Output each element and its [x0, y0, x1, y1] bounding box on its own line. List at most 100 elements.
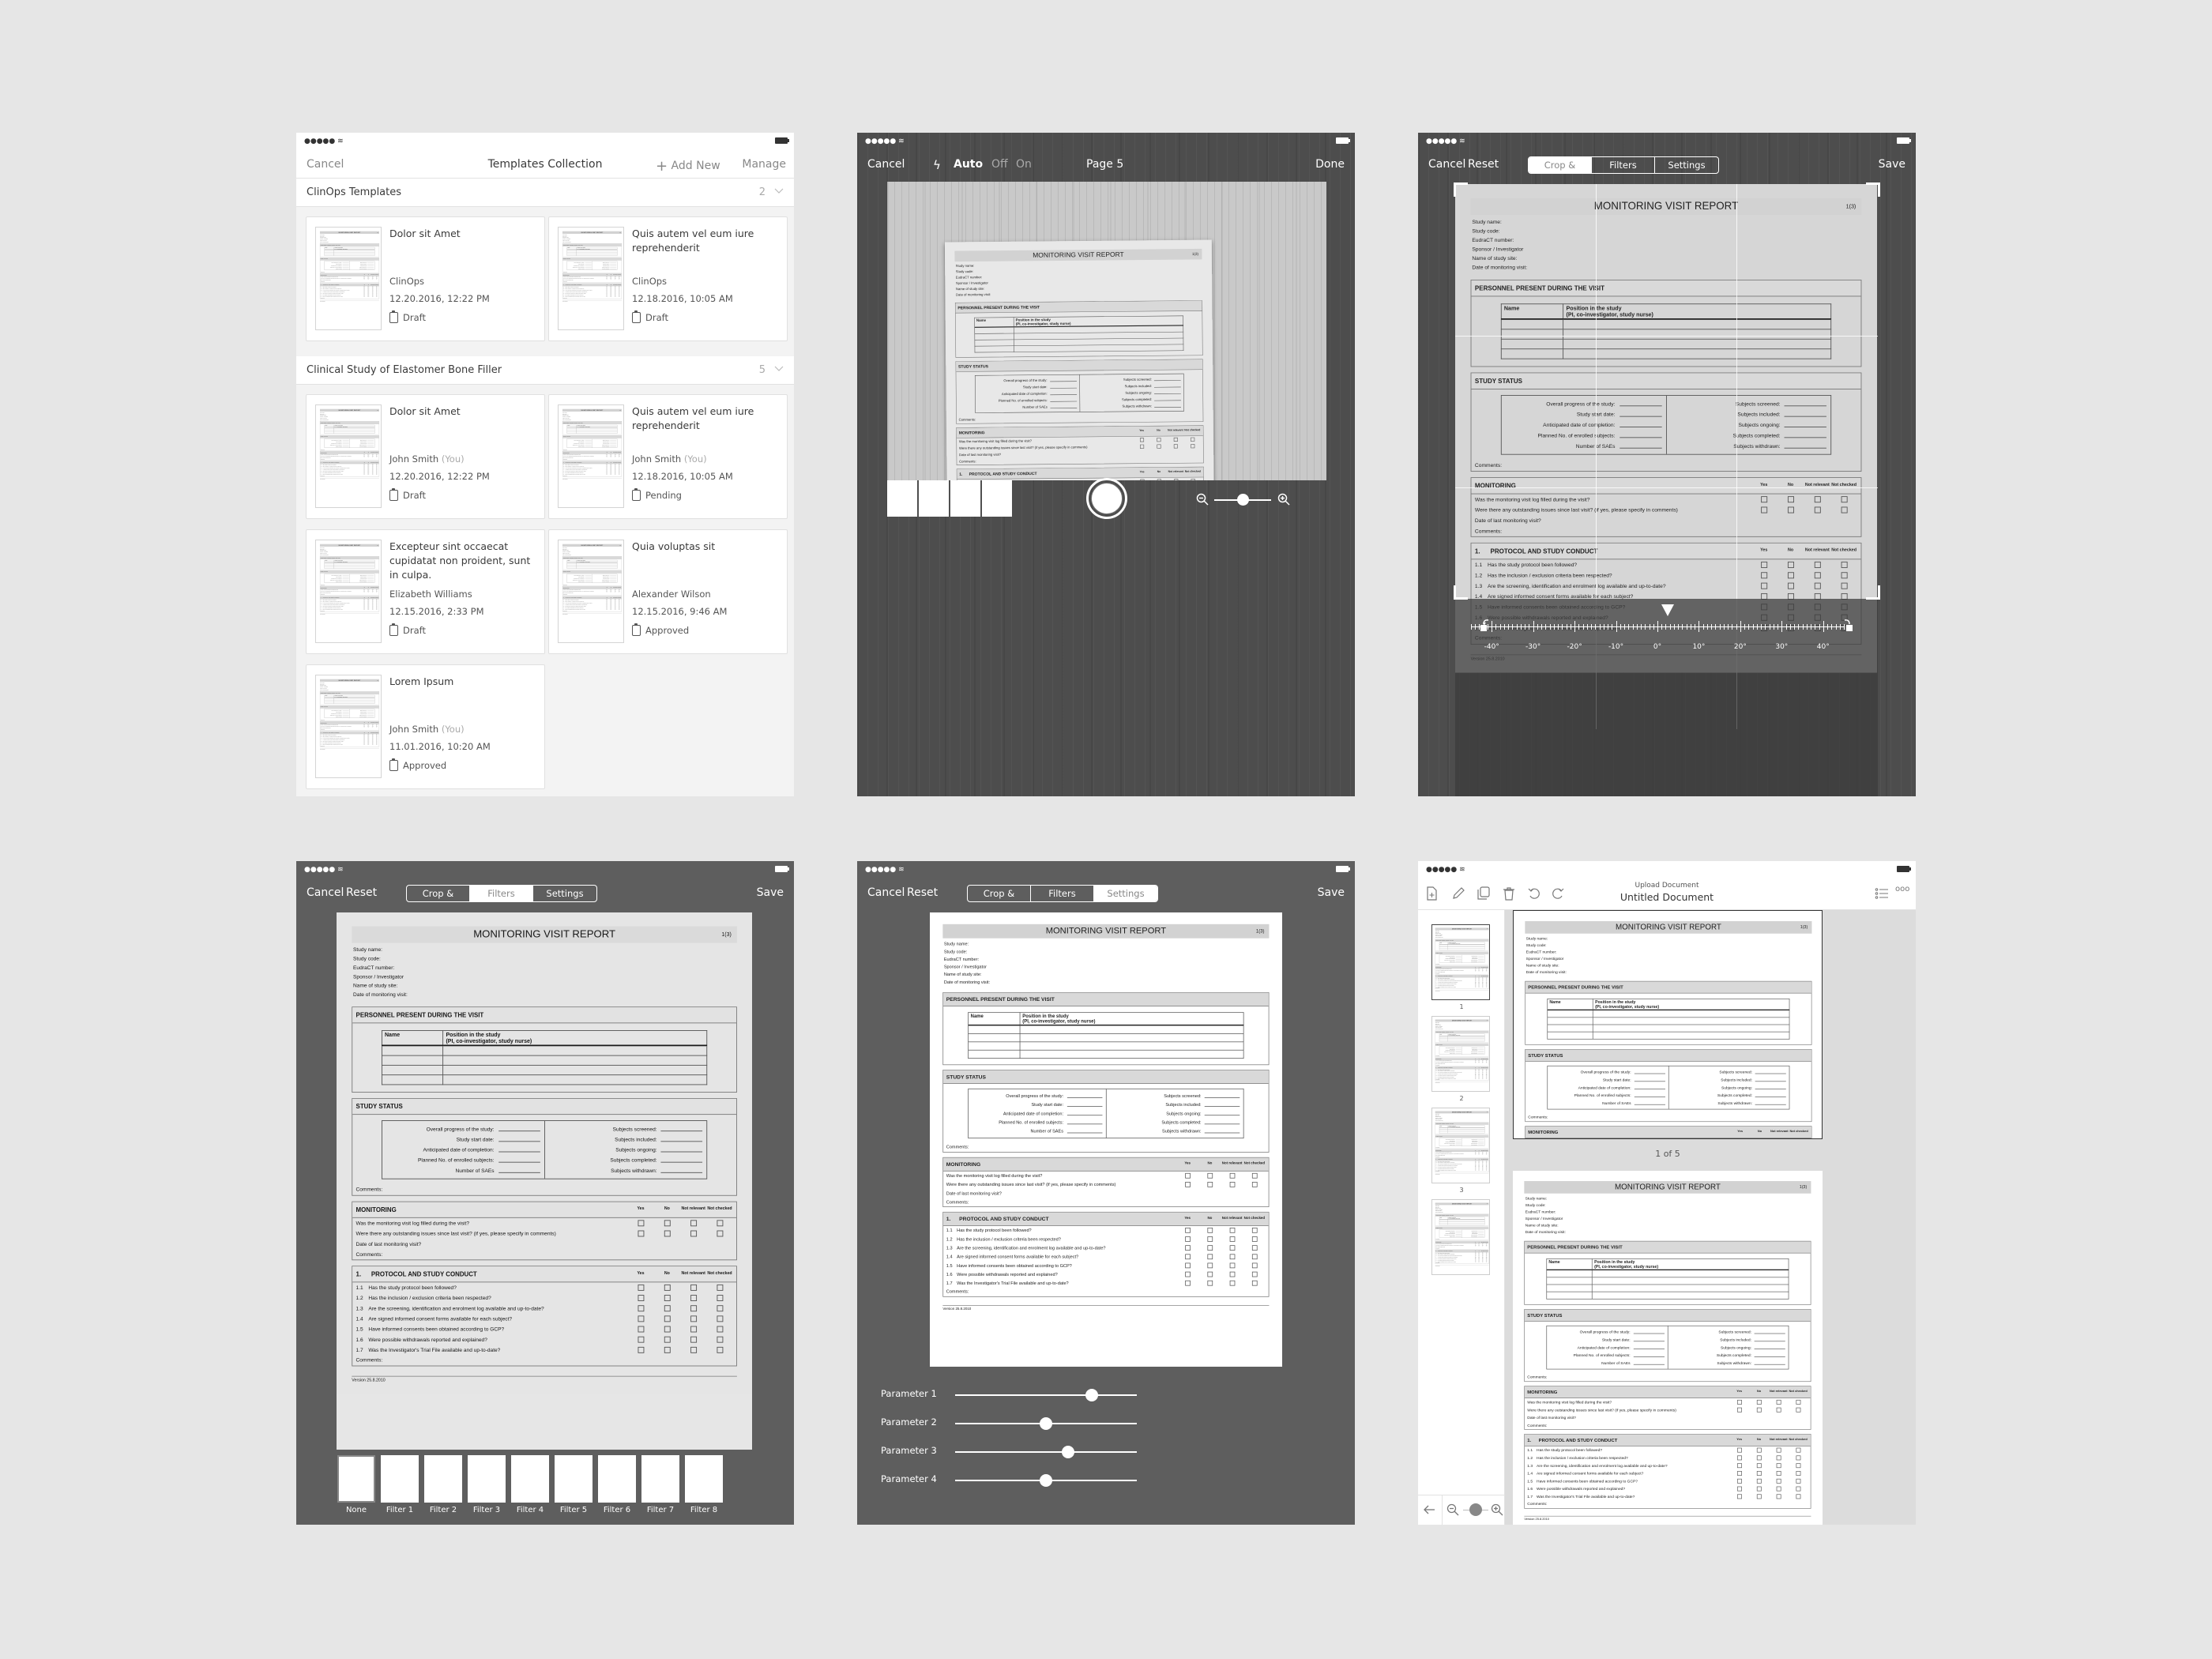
table-cell[interactable] — [324, 702, 334, 704]
status-field-input[interactable] — [1754, 1345, 1786, 1349]
status-field-input[interactable] — [1066, 1102, 1103, 1107]
tab-filters[interactable]: Filters — [1031, 886, 1094, 901]
status-field-input[interactable] — [1633, 1353, 1665, 1357]
status-field-input[interactable] — [1455, 960, 1462, 961]
status-field-input[interactable] — [367, 446, 374, 447]
section-header[interactable]: Clinical Study of Elastomer Bone Filler 5 — [296, 356, 794, 385]
status-field-input[interactable] — [1455, 1048, 1462, 1050]
slider-track[interactable] — [955, 1394, 1137, 1396]
checkbox[interactable] — [638, 1219, 644, 1226]
table-cell[interactable] — [1546, 1270, 1593, 1277]
status-field-input[interactable] — [610, 262, 617, 263]
checkbox[interactable] — [363, 295, 365, 297]
back-arrow-icon[interactable] — [1423, 1503, 1435, 1516]
status-field-input[interactable] — [367, 267, 374, 268]
status-field-input[interactable] — [1634, 1085, 1665, 1089]
table-cell[interactable] — [442, 1064, 708, 1075]
status-field-input[interactable] — [1478, 1048, 1484, 1050]
template-card[interactable]: MONITORING VISIT REPORT 1(3) Study name: St… — [548, 394, 788, 519]
checkbox[interactable] — [1140, 479, 1145, 480]
checkbox[interactable] — [1190, 437, 1194, 442]
status-field-input[interactable] — [342, 264, 349, 265]
status-field-input[interactable] — [1478, 1231, 1484, 1232]
filter-option[interactable]: Filter 1 — [381, 1455, 419, 1514]
table-cell[interactable] — [1591, 1284, 1789, 1292]
document-viewer[interactable]: MONITORING VISIT REPORT 1(3) Study name: St… — [1505, 910, 1916, 1525]
checkbox[interactable] — [717, 1336, 723, 1343]
status-field-input[interactable] — [660, 1126, 703, 1132]
checkbox[interactable] — [363, 743, 365, 745]
tab-settings[interactable]: Settings — [1655, 157, 1718, 173]
status-field-input[interactable] — [342, 712, 349, 713]
status-field-input[interactable] — [585, 262, 592, 263]
checkbox[interactable] — [1184, 1280, 1191, 1286]
table-cell[interactable] — [324, 431, 334, 434]
checkbox[interactable] — [1796, 1447, 1801, 1453]
table-cell[interactable] — [576, 254, 618, 256]
checkbox[interactable] — [1184, 1244, 1191, 1251]
checkbox[interactable] — [371, 295, 374, 297]
status-field-input[interactable] — [1755, 1100, 1787, 1105]
checkbox[interactable] — [1251, 1227, 1258, 1233]
checkbox[interactable] — [1736, 1407, 1742, 1413]
filter-option[interactable]: Filter 5 — [555, 1455, 592, 1514]
checkbox[interactable] — [1207, 1227, 1213, 1233]
table-cell[interactable] — [1447, 1131, 1485, 1134]
table-cell[interactable] — [1546, 1277, 1593, 1285]
status-field-input[interactable] — [367, 710, 374, 711]
status-field-input[interactable] — [367, 581, 374, 582]
status-field-input[interactable] — [610, 580, 617, 581]
checkbox[interactable] — [1736, 1494, 1742, 1499]
status-field-input[interactable] — [1205, 1111, 1240, 1116]
reset-button[interactable]: Reset — [907, 886, 938, 899]
checkbox[interactable] — [717, 1315, 723, 1322]
checkbox[interactable] — [664, 1336, 671, 1343]
checkbox[interactable] — [1173, 444, 1178, 449]
status-field-input[interactable] — [367, 443, 374, 444]
checkbox[interactable] — [1736, 1478, 1742, 1484]
checkbox[interactable] — [1157, 437, 1161, 442]
status-field-input[interactable] — [1633, 1330, 1665, 1334]
cancel-button[interactable]: Cancel — [867, 158, 905, 171]
checkbox[interactable] — [1251, 1172, 1258, 1179]
status-field-input[interactable] — [342, 265, 349, 266]
checkbox[interactable] — [1796, 1478, 1801, 1484]
checkbox[interactable] — [1251, 1280, 1258, 1286]
status-field-input[interactable] — [585, 264, 592, 265]
checkbox[interactable] — [664, 1230, 671, 1236]
checkbox[interactable] — [1756, 1494, 1762, 1499]
slider-thumb[interactable] — [1040, 1417, 1052, 1430]
manage-button[interactable]: Manage — [742, 158, 786, 171]
table-cell[interactable] — [1592, 1010, 1790, 1018]
page-thumbnail[interactable]: MONITORING VISIT REPORT 1(3) Study name: St… — [1431, 1199, 1490, 1275]
status-field-input[interactable] — [1478, 1053, 1484, 1054]
status-field-input[interactable] — [1634, 1100, 1665, 1105]
checkbox[interactable] — [1482, 1261, 1484, 1262]
status-field-input[interactable] — [1478, 1236, 1484, 1237]
table-cell[interactable] — [381, 1055, 443, 1066]
status-field-input[interactable] — [1478, 956, 1484, 957]
cancel-button[interactable]: Cancel — [867, 886, 905, 899]
rotation-ruler[interactable]: -40° -30° -20° -10° 0° 10° 20° 30° 40° — [1438, 613, 1896, 660]
status-field-input[interactable] — [1205, 1093, 1240, 1098]
table-cell[interactable] — [1019, 1041, 1244, 1051]
checkbox[interactable] — [1184, 1262, 1191, 1268]
table-cell[interactable] — [967, 1033, 1021, 1042]
status-field-input[interactable] — [1755, 1093, 1787, 1097]
document-title[interactable]: Untitled Document — [1418, 891, 1916, 903]
page-thumbnail[interactable]: MONITORING VISIT REPORT 1(3) Study name: St… — [1431, 1016, 1490, 1092]
table-cell[interactable] — [1019, 1025, 1244, 1034]
checkbox[interactable] — [1207, 1244, 1213, 1251]
checkbox[interactable] — [1229, 1236, 1235, 1242]
checkbox[interactable] — [367, 608, 370, 610]
checkbox[interactable] — [690, 1304, 697, 1311]
status-field-input[interactable] — [342, 710, 349, 711]
checkbox[interactable] — [1756, 1478, 1762, 1484]
checkbox[interactable] — [1756, 1470, 1762, 1476]
status-field-input[interactable] — [1478, 1235, 1484, 1236]
checkbox[interactable] — [606, 608, 608, 610]
status-field-input[interactable] — [585, 575, 592, 576]
checkbox[interactable] — [638, 1346, 644, 1353]
status-field-input[interactable] — [342, 446, 349, 447]
checkbox[interactable] — [1229, 1271, 1235, 1277]
